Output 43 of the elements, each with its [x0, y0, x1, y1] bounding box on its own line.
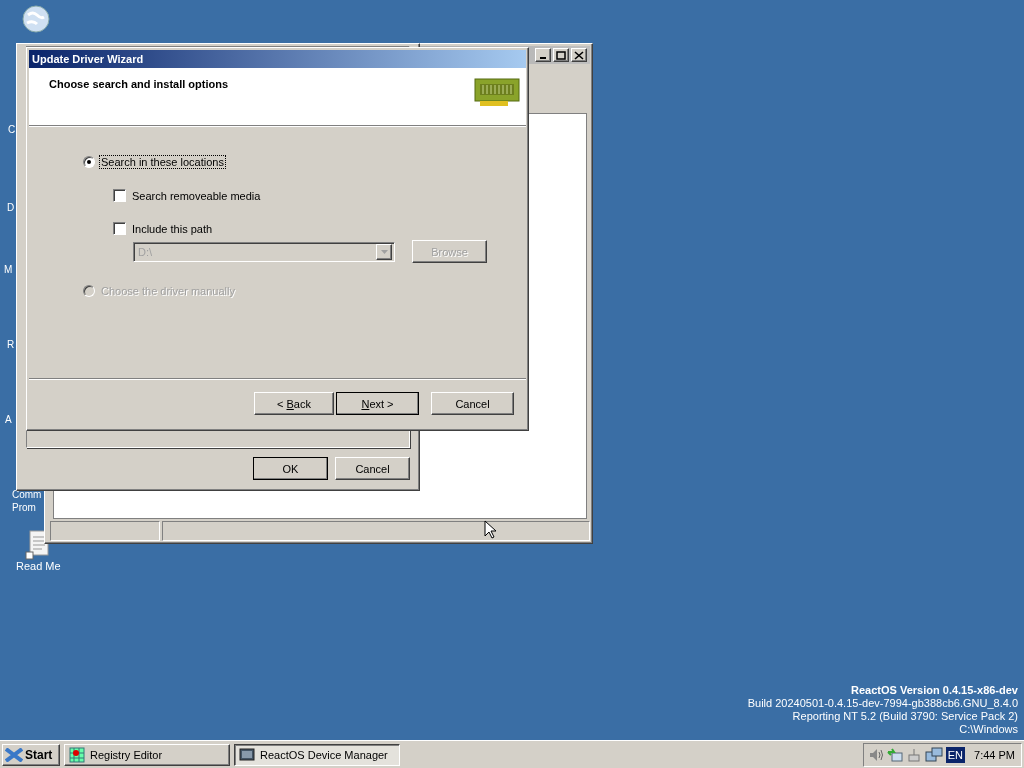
version-text: Build 20240501-0.4.15-dev-7994-gb388cb6.GNU_8.4.0 — [747, 697, 1018, 710]
monitor-icon — [239, 747, 255, 762]
checkbox[interactable] — [113, 189, 126, 202]
language-indicator[interactable]: EN — [945, 746, 966, 763]
icon-label[interactable]: A — [5, 413, 12, 426]
checkbox-label[interactable]: Search removeable media — [131, 189, 262, 202]
expansion-card-icon — [474, 78, 520, 108]
maximize-icon — [556, 50, 566, 60]
globe-icon[interactable] — [22, 5, 50, 33]
radio-label[interactable]: Search in these locations — [100, 156, 225, 168]
checkbox-label[interactable]: Include this path — [131, 222, 214, 235]
monitors-icon[interactable] — [924, 746, 943, 763]
minimize-icon — [540, 57, 546, 59]
icon-label[interactable]: C — [8, 123, 16, 136]
minimize-button[interactable] — [535, 48, 551, 62]
radio-button[interactable] — [83, 156, 95, 168]
back-button[interactable]: < Back — [254, 392, 334, 415]
icon-label[interactable]: M — [4, 263, 13, 276]
registry-grid-icon — [69, 746, 85, 763]
close-button[interactable] — [571, 48, 587, 62]
version-text: Reporting NT 5.2 (Build 3790: Service Pack 2) — [792, 710, 1018, 723]
dropdown-arrow-icon — [380, 249, 388, 254]
cancel-button[interactable]: Cancel — [431, 392, 514, 415]
start-button[interactable]: Start — [2, 743, 60, 766]
wizard-heading: Choose search and install options — [49, 78, 229, 92]
window-title: Update Driver Wizard — [32, 53, 144, 65]
ok-button[interactable]: OK — [253, 457, 328, 480]
icon-label[interactable]: R — [7, 338, 15, 351]
maximize-button[interactable] — [553, 48, 569, 62]
next-button[interactable]: Next > — [336, 392, 419, 415]
icon-label[interactable]: Comm — [12, 488, 42, 501]
taskbar-button[interactable]: ReactOS Device Manager — [234, 743, 400, 766]
cancel-button[interactable]: Cancel — [335, 457, 410, 480]
icon-label[interactable]: Prom — [12, 501, 36, 514]
taskbar-button[interactable]: Registry Editor — [64, 743, 230, 766]
checkbox[interactable] — [113, 222, 126, 235]
icon-label[interactable]: D — [7, 201, 15, 214]
start-logo-icon — [5, 747, 23, 762]
version-text: C:\Windows — [959, 723, 1018, 736]
close-icon — [574, 50, 584, 60]
version-text: ReactOS Version 0.4.15-x86-dev — [851, 684, 1018, 697]
clock[interactable]: 7:44 PM — [974, 748, 1015, 761]
icon-label[interactable]: Read Me — [16, 560, 61, 573]
